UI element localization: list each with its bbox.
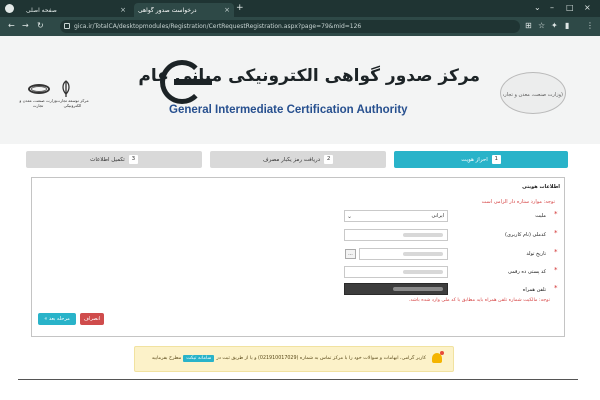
national-code-input[interactable] bbox=[344, 229, 448, 241]
footer-divider bbox=[18, 379, 578, 380]
tab-cert-request-label: درخواست صدور گواهی bbox=[138, 6, 197, 14]
calendar-button[interactable]: ... bbox=[345, 249, 356, 259]
mobile-label: تلفن همراه bbox=[522, 287, 546, 293]
tab-home-label: صفحه اصلی bbox=[26, 6, 57, 14]
forward-icon[interactable]: → bbox=[22, 21, 29, 30]
mobile-ownership-note: توجه: مالکیت شماره تلفن همراه باید مطابق… bbox=[408, 298, 550, 303]
tab-close-icon[interactable]: × bbox=[120, 6, 126, 14]
chevron-down-icon[interactable]: ⌄ bbox=[347, 213, 352, 220]
lock-icon[interactable] bbox=[64, 23, 70, 29]
required-star: * bbox=[554, 266, 558, 274]
iran-emblem-icon bbox=[62, 80, 70, 97]
back-icon[interactable]: ← bbox=[8, 21, 15, 30]
step-otp[interactable]: 2 دریافت رمز یکبار مصرف bbox=[210, 151, 386, 168]
nationality-label: ملیت bbox=[535, 213, 546, 219]
birth-date-input[interactable] bbox=[359, 248, 448, 260]
page-title-en: General Intermediate Certification Autho… bbox=[169, 104, 408, 116]
browser-menu-icon[interactable] bbox=[5, 4, 14, 13]
emblem-caption: مرکز توسعه تجارت الکترونیکی bbox=[56, 98, 89, 108]
ministry-logo-inner-icon bbox=[31, 86, 47, 92]
step-number: 1 bbox=[491, 155, 501, 164]
close-window-icon[interactable]: × bbox=[584, 3, 591, 12]
postal-code-label: کد پستی ده رقمی bbox=[507, 269, 546, 275]
extensions-icon[interactable]: ✦ bbox=[551, 21, 558, 30]
chevron-down-icon[interactable]: ⌄ bbox=[534, 3, 541, 12]
required-note: توجه: موارد ستاره دار الزامی است bbox=[481, 199, 555, 205]
tab-home[interactable]: صفحه اصلی × bbox=[22, 3, 130, 17]
national-code-label: کدملی (نام کاربری) bbox=[505, 232, 546, 238]
cancel-button[interactable]: انصراف bbox=[80, 313, 104, 325]
new-tab-button[interactable]: + bbox=[236, 3, 244, 13]
step-number: 2 bbox=[324, 155, 334, 164]
seal-caption: (وزارت صنعت، معدن و تجارت) bbox=[503, 92, 563, 98]
postal-code-input[interactable] bbox=[344, 266, 448, 278]
required-star: * bbox=[554, 284, 558, 292]
star-icon[interactable]: ☆ bbox=[538, 21, 545, 30]
step-label: دریافت رمز یکبار مصرف bbox=[262, 156, 321, 163]
tab-cert-request[interactable]: درخواست صدور گواهی × bbox=[134, 3, 234, 17]
reload-icon[interactable]: ↻ bbox=[37, 21, 44, 30]
required-star: * bbox=[554, 229, 558, 237]
ministry-caption: وزارت صنعت، معدن و تجارت bbox=[19, 98, 57, 108]
tab-close-icon[interactable]: × bbox=[224, 6, 230, 14]
maximize-icon[interactable]: □ bbox=[566, 3, 574, 12]
ticket-system-link[interactable]: سامانه تیکت bbox=[183, 355, 215, 362]
next-step-button[interactable]: مرحله بعد » bbox=[38, 313, 76, 325]
notification-suffix: مطرح بفرمایید bbox=[151, 356, 182, 361]
form-legend: اطلاعات هویتی bbox=[522, 184, 560, 190]
birth-date-label: تاریخ تولد bbox=[526, 251, 546, 257]
notification-dot-icon bbox=[440, 351, 444, 355]
required-star: * bbox=[554, 210, 558, 218]
page-title-fa: مرکز صدور گواهی الکترونیکی میانی عام bbox=[138, 66, 480, 86]
nationality-select[interactable]: ایرانی bbox=[344, 210, 448, 222]
step-number: 3 bbox=[128, 155, 138, 164]
translate-icon[interactable]: ⊞ bbox=[525, 21, 532, 30]
step-label: تکمیل اطلاعات bbox=[90, 156, 125, 163]
url-input[interactable]: gica.ir/TotalCA/desktopmodules/Registrat… bbox=[60, 20, 520, 33]
mobile-input[interactable] bbox=[344, 283, 448, 295]
kebab-menu-icon[interactable]: ⋮ bbox=[586, 21, 594, 30]
minimize-icon[interactable]: – bbox=[550, 3, 554, 12]
sidebar-icon[interactable]: ▮ bbox=[565, 21, 569, 30]
notification-message: کاربر گرامی، ابهامات و سوالات خود را با … bbox=[216, 356, 426, 361]
step-label: احراز هویت bbox=[461, 156, 488, 163]
notification-text: کاربر گرامی، ابهامات و سوالات خود را با … bbox=[150, 355, 426, 362]
step-complete-info[interactable]: 3 تکمیل اطلاعات bbox=[26, 151, 202, 168]
step-identity[interactable]: 1 احراز هویت bbox=[394, 151, 568, 168]
required-star: * bbox=[554, 248, 558, 256]
